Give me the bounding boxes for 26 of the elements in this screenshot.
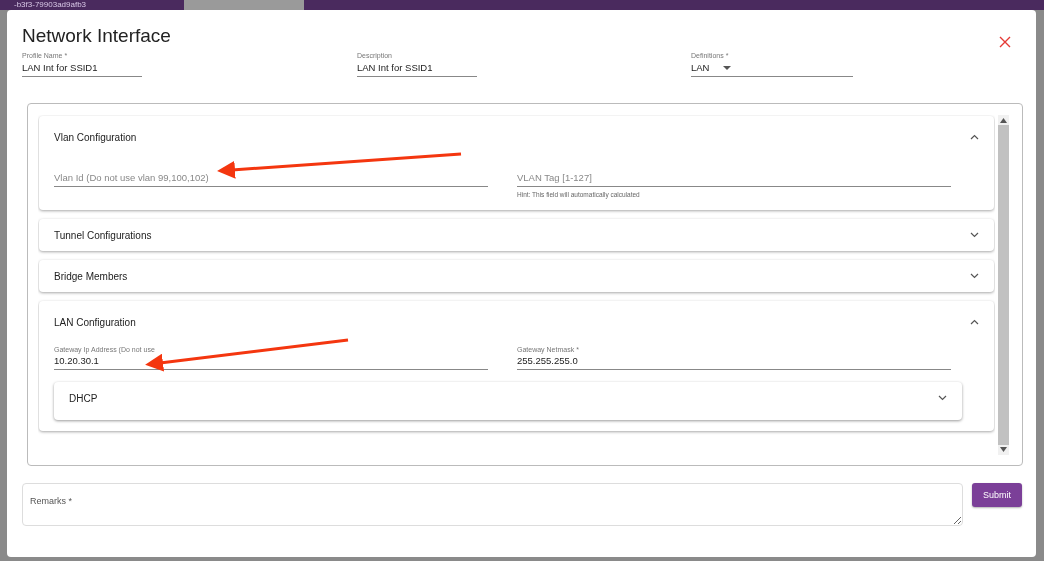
accordion-header[interactable]: DHCP: [69, 382, 947, 420]
field-value: LAN Int for SSID1: [357, 61, 434, 74]
scrollbar[interactable]: [998, 115, 1009, 455]
scroll-down-arrow-icon[interactable]: [1000, 447, 1007, 452]
field-value: LAN Int for SSID1: [22, 61, 99, 74]
accordion-header[interactable]: Vlan Configuration: [54, 116, 979, 158]
chevron-up-icon: [970, 319, 979, 325]
background-id-text: -b3f3-79903ad9afb3: [0, 0, 184, 10]
scroll-up-arrow-icon[interactable]: [1000, 118, 1007, 123]
submit-button[interactable]: Submit: [972, 483, 1022, 507]
chevron-down-icon: [970, 232, 979, 238]
dropdown-caret-icon: [723, 65, 732, 70]
chevron-down-icon: [938, 395, 947, 401]
accordion-header[interactable]: Tunnel Configurations: [54, 219, 979, 251]
input-field[interactable]: 10.20.30.1: [54, 355, 488, 370]
close-button[interactable]: [998, 35, 1012, 49]
remarks-field[interactable]: Remarks *: [22, 483, 964, 526]
input-field[interactable]: VLAN Tag [1-127]: [517, 172, 951, 187]
accordion-header[interactable]: LAN Configuration: [54, 301, 979, 343]
select-value: LAN: [691, 61, 710, 74]
input-field[interactable]: Vlan Id (Do not use vlan 99,100,102): [54, 172, 488, 187]
accordion-header[interactable]: Bridge Members: [54, 260, 979, 292]
chevron-up-icon: [970, 134, 979, 140]
input-field[interactable]: 255.255.255.0: [517, 355, 951, 370]
dialog-title: Network Interface: [22, 25, 171, 47]
chevron-down-icon: [970, 273, 979, 279]
